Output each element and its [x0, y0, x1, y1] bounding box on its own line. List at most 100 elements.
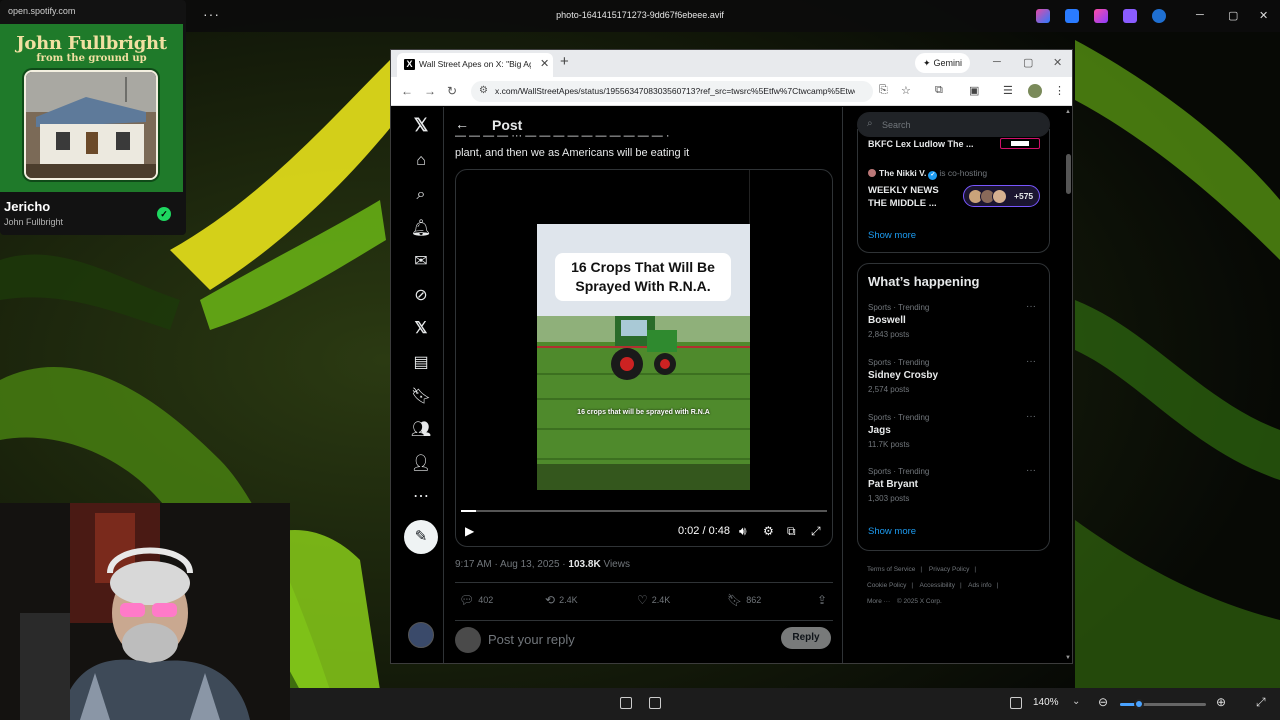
search-box[interactable]: ⌕ Search — [857, 112, 1050, 137]
zoom-in-icon[interactable]: ⊕ — [1216, 695, 1226, 709]
gemini-button[interactable]: ✦ Gemini — [915, 53, 970, 73]
video-progress-bar[interactable] — [461, 510, 827, 512]
trend-more-icon[interactable]: ··· — [1026, 356, 1036, 367]
profile-icon[interactable]: 👤︎ — [409, 452, 433, 476]
fit-to-window-icon[interactable] — [1010, 697, 1022, 709]
notifications-bell-icon[interactable]: 🔔︎ — [409, 217, 433, 241]
trend-item[interactable]: Sports · Trending Pat Bryant 1,303 posts… — [868, 465, 1043, 513]
browser-minimize-icon[interactable]: ─ — [993, 56, 1001, 68]
space-listeners-pill[interactable]: +575 — [963, 185, 1040, 207]
track-artist[interactable]: John Fullbright — [4, 217, 63, 227]
scroll-down-icon[interactable]: ▼ — [1065, 655, 1071, 661]
minimize-icon[interactable]: ─ — [1196, 9, 1204, 21]
scroll-thumb[interactable] — [1066, 154, 1071, 194]
reply-button[interactable]: Reply — [781, 627, 831, 649]
play-icon[interactable]: ▶ — [465, 524, 474, 538]
close-icon[interactable]: ✕ — [1259, 9, 1268, 22]
tab-active[interactable]: X Wall Street Apes on X: "Big Agri ✕ — [397, 53, 553, 77]
browser-close-icon[interactable]: ✕ — [1053, 56, 1062, 69]
spaces-show-more-link[interactable]: Show more — [868, 230, 916, 241]
footer-ads-link[interactable]: Ads info — [968, 582, 992, 589]
url-text[interactable]: x.com/WallStreetApes/status/195563470830… — [495, 86, 855, 96]
space-host[interactable]: The Nikki V. ✓ is co-hosting — [868, 168, 987, 180]
reading-list-icon[interactable]: ☰ — [1003, 84, 1013, 97]
footer-accessibility-link[interactable]: Accessibility — [920, 582, 955, 589]
text-select-icon[interactable] — [649, 697, 661, 709]
trend-more-icon[interactable]: ··· — [1026, 411, 1036, 422]
forward-icon[interactable]: → — [424, 84, 436, 98]
messages-envelope-icon[interactable]: ✉ — [409, 250, 433, 274]
trends-show-more-link[interactable]: Show more — [868, 526, 916, 537]
new-tab-icon[interactable]: + — [560, 53, 569, 70]
trend-item[interactable]: Sports · Trending Jags 11.7K posts ··· — [868, 411, 1043, 459]
chevron-down-icon[interactable]: ⌄ — [1072, 696, 1080, 707]
reply-action[interactable]: 💬︎ 402 — [459, 593, 493, 607]
album-art[interactable]: John Fullbright from the ground up — [0, 24, 183, 192]
expand-icon[interactable]: ⤢ — [1256, 695, 1266, 710]
clipchamp-icon[interactable] — [1094, 9, 1108, 23]
reply-input[interactable]: Post your reply — [488, 632, 575, 647]
zoom-slider[interactable] — [1120, 699, 1206, 709]
maximize-icon[interactable]: ▢ — [1228, 9, 1238, 22]
edit-app-icon[interactable] — [1065, 9, 1079, 23]
tab-search-icon[interactable]: ▣ — [969, 84, 979, 97]
profile-avatar[interactable] — [1028, 84, 1042, 98]
settings-gear-icon[interactable]: ⚙ — [763, 524, 774, 538]
footer-terms-link[interactable]: Terms of Service — [867, 566, 915, 573]
crop-select-icon[interactable] — [620, 697, 632, 709]
liked-check-icon[interactable]: ✓ — [157, 207, 171, 221]
footer-privacy-link[interactable]: Privacy Policy — [929, 566, 969, 573]
trend-more-icon[interactable]: ··· — [1026, 465, 1036, 476]
site-info-icon[interactable]: ⚙ — [479, 85, 488, 96]
repost-action[interactable]: ⟲ 2.4K — [545, 593, 578, 607]
trend-category: Sports · Trending — [868, 358, 930, 367]
compose-post-button[interactable]: ✎ — [404, 520, 438, 554]
fullscreen-icon[interactable]: ⤢ — [811, 524, 821, 539]
search-input[interactable]: Search — [882, 120, 911, 130]
video-player[interactable]: 16 Crops That Will Be Sprayed With R.N.A… — [455, 169, 833, 547]
back-icon[interactable]: ← — [401, 84, 413, 98]
zoom-slider-knob[interactable] — [1134, 699, 1144, 709]
back-arrow-icon[interactable]: ← — [455, 116, 469, 132]
premium-x-icon[interactable]: 𝕏 — [409, 317, 433, 341]
install-app-icon[interactable]: ⎘ — [879, 84, 888, 97]
lists-icon[interactable]: ▤ — [409, 351, 433, 375]
grok-icon[interactable]: ⊘ — [409, 284, 433, 308]
footer-cookie-link[interactable]: Cookie Policy — [867, 582, 906, 589]
account-avatar[interactable] — [408, 622, 434, 648]
footer-more-link[interactable]: More ··· — [867, 598, 890, 605]
tab-close-icon[interactable]: ✕ — [540, 57, 549, 70]
copilot-icon[interactable] — [1036, 9, 1050, 23]
volume-icon[interactable]: 🔊︎ — [739, 524, 747, 539]
chrome-menu-icon[interactable]: ⋮ — [1054, 84, 1065, 97]
home-icon[interactable]: ⌂ — [409, 149, 433, 173]
trend-more-icon[interactable]: ··· — [1026, 301, 1036, 312]
extensions-icon[interactable]: ⧉ — [935, 84, 943, 97]
share-icon[interactable]: ⇪ — [817, 593, 831, 607]
omnibox[interactable]: ⚙ x.com/WallStreetApes/status/1955634708… — [471, 81, 873, 102]
zoom-level[interactable]: 140% — [1033, 697, 1059, 708]
designer-icon[interactable] — [1123, 9, 1137, 23]
video-thumbnail[interactable]: 16 Crops That Will Be Sprayed With R.N.A… — [537, 224, 750, 490]
bookmark-action[interactable]: 🔖︎ 862 — [727, 593, 761, 607]
explore-search-icon[interactable]: ⌕ — [409, 183, 433, 207]
like-action[interactable]: ♡ 2.4K — [637, 593, 670, 607]
space-title[interactable]: WEEKLY NEWS THE MIDDLE ... — [868, 184, 958, 210]
scroll-up-icon[interactable]: ▲ — [1065, 109, 1071, 115]
x-logo-icon[interactable]: 𝕏 — [409, 113, 433, 137]
reload-icon[interactable]: ↻ — [447, 84, 457, 98]
track-title[interactable]: Jericho — [4, 199, 50, 214]
trend-item[interactable]: Sports · Trending Sidney Crosby 2,574 po… — [868, 356, 1043, 404]
space-pill-top[interactable] — [1000, 138, 1040, 149]
trend-item[interactable]: Sports · Trending Boswell 2,843 posts ··… — [868, 301, 1043, 349]
more-circle-icon[interactable]: ⋯ — [409, 485, 433, 509]
space-title-top[interactable]: BKFC Lex Ludlow The ... — [868, 139, 974, 149]
page-scrollbar[interactable]: ▲ ▼ — [1064, 107, 1072, 663]
browser-maximize-icon[interactable]: ▢ — [1023, 56, 1033, 69]
zoom-out-icon[interactable]: ⊖ — [1098, 695, 1108, 709]
picture-in-picture-icon[interactable]: ⧉ — [787, 524, 796, 539]
bookmark-star-icon[interactable]: ☆ — [901, 84, 911, 97]
onedrive-icon[interactable] — [1152, 9, 1166, 23]
communities-icon[interactable]: 👥︎ — [409, 418, 433, 442]
bookmarks-icon[interactable]: 🔖︎ — [409, 385, 433, 409]
